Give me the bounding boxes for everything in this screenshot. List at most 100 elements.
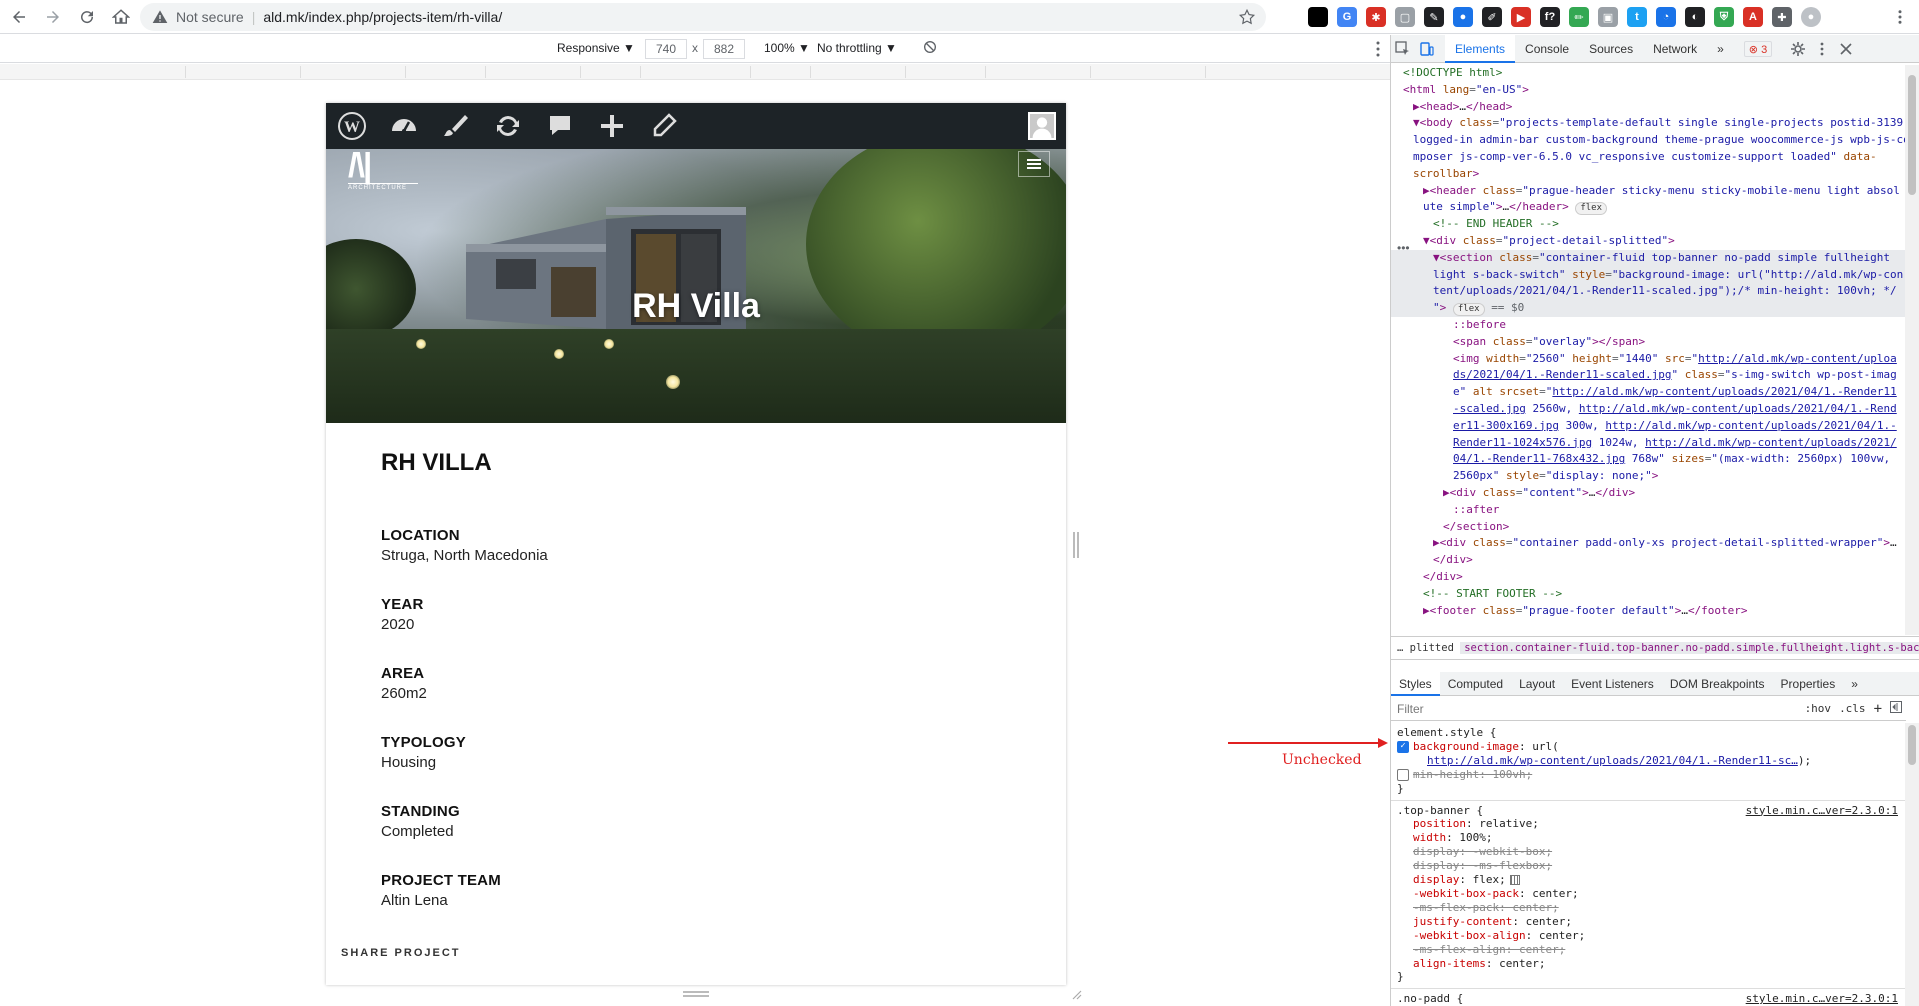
css-declaration[interactable]: display: -webkit-box; <box>1397 845 1900 859</box>
decl-property[interactable]: -webkit-box-pack <box>1413 887 1519 900</box>
css-declaration[interactable]: -ms-flex-pack: center; <box>1397 901 1900 915</box>
settings-gear-icon[interactable] <box>1786 35 1810 63</box>
new-content-plus-icon[interactable] <box>586 103 638 149</box>
decl-property[interactable]: background-image <box>1413 740 1519 754</box>
chrome-menu-icon[interactable] <box>1891 8 1909 26</box>
decl-value[interactable]: : url( <box>1519 740 1559 754</box>
dom-node-line[interactable]: ▶<footer class="prague-footer default">…… <box>1391 603 1906 620</box>
css-declaration[interactable]: -ms-flex-align: center; <box>1397 943 1900 957</box>
viewport-height-input[interactable]: 882 <box>703 39 745 59</box>
blue-ring-ext-icon[interactable]: ● <box>1453 7 1473 27</box>
user-avatar[interactable] <box>1028 112 1056 140</box>
dom-node-line[interactable]: <img width="2560" height="1440" src="htt… <box>1391 351 1906 368</box>
dom-node-line[interactable]: 04/1.-Render11-768x432.jpg 768w" sizes="… <box>1391 451 1906 468</box>
decl-property[interactable]: display <box>1413 873 1459 886</box>
dom-node-line[interactable]: ▶<div class="container padd-only-xs proj… <box>1391 535 1906 552</box>
reload-button[interactable] <box>72 2 102 32</box>
viewport-right-resize-handle[interactable] <box>1073 532 1079 558</box>
dom-node-line[interactable]: <span class="overlay"></span> <box>1391 334 1906 351</box>
rule-source-link[interactable]: style.min.c…ver=2.3.0:1 <box>1746 804 1898 818</box>
hover-state-button[interactable]: :hov <box>1801 702 1836 715</box>
dom-tree[interactable]: <!DOCTYPE html> <html lang="en-US"> ▶<head… <box>1391 65 1906 635</box>
dom-node-line[interactable]: 2560px" style="display: none;"> <box>1391 468 1906 485</box>
device-toggle-icon[interactable] <box>1415 35 1439 63</box>
css-declaration[interactable]: justify-content: center; <box>1397 915 1900 929</box>
tab-properties[interactable]: Properties <box>1773 672 1844 696</box>
dom-node-line[interactable]: ▶<head>…</head> <box>1391 99 1906 116</box>
tab-computed[interactable]: Computed <box>1440 672 1511 696</box>
fq-ext-icon[interactable]: f? <box>1540 7 1560 27</box>
brush-ext-icon[interactable]: ✎ <box>1424 7 1444 27</box>
home-button[interactable] <box>106 2 136 32</box>
dashboard-icon[interactable] <box>378 103 430 149</box>
viewport-corner-resize-icon[interactable] <box>1070 988 1082 1000</box>
dom-node-line[interactable]: ▶<header class="prague-header sticky-men… <box>1391 183 1906 200</box>
decl-property[interactable]: -webkit-box-align <box>1413 929 1526 942</box>
background-image-declaration[interactable]: ✓ background-image: url( <box>1397 740 1900 754</box>
decl-value[interactable]: : relative; <box>1466 817 1539 830</box>
dom-node-line[interactable]: ▶<div class="content">…</div> <box>1391 485 1906 502</box>
edit-pencil-icon[interactable] <box>638 103 690 149</box>
warning-icon[interactable] <box>152 9 168 25</box>
dom-node-line[interactable]: light s-back-switch" style="background-i… <box>1391 266 1906 284</box>
tab-elements[interactable]: Elements <box>1445 34 1516 63</box>
decl-property[interactable]: justify-content <box>1413 915 1512 928</box>
more-tabs-button[interactable]: » <box>1707 35 1734 63</box>
decl-value[interactable]: : center; <box>1512 915 1572 928</box>
toggle-sidebar-icon[interactable] <box>1886 701 1906 716</box>
color-ext-icon[interactable]: ✏ <box>1569 7 1589 27</box>
customize-brush-icon[interactable] <box>430 103 482 149</box>
zoom-select[interactable]: 100% ▼ <box>764 41 810 55</box>
dom-tree-scrollbar[interactable] <box>1905 65 1919 635</box>
viewport-bottom-resize-handle[interactable] <box>683 991 709 997</box>
dom-node-line[interactable]: "> flex == $0 <box>1391 300 1906 317</box>
element-style-rule[interactable]: element.style { ✓ background-image: url(… <box>1391 723 1906 801</box>
tab-sources[interactable]: Sources <box>1579 35 1643 63</box>
no-padd-rule[interactable]: .no-padd { style.min.c…ver=2.3.0:1 paddi… <box>1391 989 1906 1006</box>
dom-node-line[interactable]: Render11-1024x576.jpg 1024w, http://ald.… <box>1391 435 1906 452</box>
css-declaration[interactable]: width: 100%; <box>1397 831 1900 845</box>
decl-property[interactable]: -ms-flex-pack <box>1413 901 1499 914</box>
styles-filter-input[interactable]: Filter <box>1397 702 1801 716</box>
dom-node-line[interactable]: mposer js-comp-ver-6.5.0 vc_responsive c… <box>1391 149 1906 166</box>
decl-property[interactable]: display <box>1413 859 1459 872</box>
tab-event-listeners[interactable]: Event Listeners <box>1563 672 1662 696</box>
flexbox-editor-icon[interactable] <box>1509 875 1520 886</box>
styles-more-tabs-button[interactable]: » <box>1843 672 1866 696</box>
address-bar[interactable]: Not secure | ald.mk/index.php/projects-i… <box>140 3 1266 31</box>
css-declaration[interactable]: -webkit-box-pack: center; <box>1397 887 1900 901</box>
dom-node-line[interactable]: logged-in admin-bar custom-background th… <box>1391 132 1906 149</box>
decl-value[interactable]: : flex; <box>1459 873 1505 886</box>
dom-node-line[interactable]: e" alt srcset="http://ald.mk/wp-content/… <box>1391 384 1906 401</box>
dom-node-line[interactable]: ute simple">…</header> flex <box>1391 199 1906 216</box>
css-declaration[interactable]: -webkit-box-align: center; <box>1397 929 1900 943</box>
class-toggle-button[interactable]: .cls <box>1835 702 1870 715</box>
min-height-declaration[interactable]: min-height: 100vh; <box>1397 768 1900 782</box>
hamburger-menu-icon[interactable] <box>1018 151 1050 177</box>
acrobat-ext-icon[interactable]: A <box>1743 7 1763 27</box>
decl-value[interactable]: : center; <box>1499 901 1559 914</box>
media-query-bar[interactable] <box>0 64 1390 80</box>
back-button[interactable] <box>4 2 34 32</box>
decl-property[interactable]: width <box>1413 831 1446 844</box>
decl-value[interactable]: : -webkit-box; <box>1459 845 1552 858</box>
image-ext-icon[interactable]: ▣ <box>1598 7 1618 27</box>
rotate-icon[interactable] <box>922 39 938 55</box>
dark-ext-icon[interactable]: ◐ <box>1685 7 1705 27</box>
share-project-link[interactable]: SHARE PROJECT <box>341 947 461 959</box>
tab-console[interactable]: Console <box>1515 35 1579 63</box>
dom-node-line[interactable]: <html lang="en-US"> <box>1391 82 1906 99</box>
site-logo[interactable]: /\| ARCHITECTURE <box>348 149 418 193</box>
dom-node-line[interactable]: <!DOCTYPE html> <box>1391 65 1906 82</box>
error-count-badge[interactable]: ⊗ 3 <box>1743 40 1773 57</box>
dom-node-line[interactable]: </div> <box>1391 569 1906 586</box>
rule-source-link[interactable]: style.min.c…ver=2.3.0:1 <box>1746 992 1898 1006</box>
css-declaration[interactable]: display: flex; <box>1397 873 1900 887</box>
tab-dom-breakpoints[interactable]: DOM Breakpoints <box>1662 672 1773 696</box>
security-status[interactable]: Not secure <box>176 9 244 25</box>
css-declaration[interactable]: align-items: center; <box>1397 957 1900 971</box>
dom-node-menu-icon[interactable]: ••• <box>1397 241 1410 255</box>
dom-node-line[interactable]: -scaled.jpg 2560w, http://ald.mk/wp-cont… <box>1391 401 1906 418</box>
clock-ext-icon[interactable]: ◔ <box>1656 7 1676 27</box>
decl-property[interactable]: display <box>1413 845 1459 858</box>
